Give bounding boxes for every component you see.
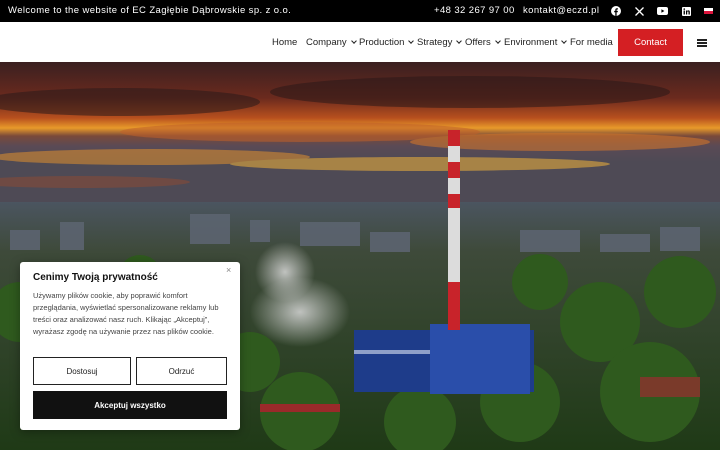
phone-link[interactable]: +48 32 267 97 00 (434, 5, 515, 16)
nav-label: Company (306, 37, 347, 48)
chevron-down-icon (350, 38, 357, 44)
cookie-body: Używamy plików cookie, aby poprawić komf… (33, 291, 219, 336)
accept-all-button[interactable]: Akceptuj wszystko (33, 391, 227, 419)
nav-label: Strategy (417, 37, 453, 48)
nav-item-strategy[interactable]: Strategy (417, 37, 463, 48)
pl-flag-icon[interactable] (704, 8, 713, 14)
nav-item-company[interactable]: Company (306, 37, 357, 48)
chevron-down-icon (408, 38, 415, 44)
nav-label: Production (359, 37, 405, 48)
close-icon[interactable]: × (226, 265, 231, 275)
facebook-icon[interactable] (610, 5, 622, 17)
nav-item-for-media[interactable]: For media (570, 37, 613, 48)
nav-label: For media (570, 37, 613, 48)
cookie-consent-dialog: × Cenimy Twoją prywatność Używamy plików… (20, 262, 240, 430)
chevron-down-icon (494, 38, 501, 44)
cookie-title: Cenimy Twoją prywatność (33, 272, 158, 283)
nav-item-offers[interactable]: Offers (465, 37, 501, 48)
email-link[interactable]: kontakt@eczd.pl (523, 5, 599, 16)
nav-item-environment[interactable]: Environment (504, 37, 568, 48)
nav-label: Home (272, 37, 298, 48)
customize-button[interactable]: Dostosuj (33, 357, 131, 385)
chevron-down-icon (456, 38, 463, 44)
x-icon[interactable] (633, 5, 645, 17)
nav-label: Environment (504, 37, 558, 48)
reject-button[interactable]: Odrzuć (136, 357, 227, 385)
nav-label: Offers (465, 37, 491, 48)
welcome-text: Welcome to the website of EC Zagłębie Dą… (8, 5, 292, 16)
chevron-down-icon (561, 38, 568, 44)
top-bar: Welcome to the website of EC Zagłębie Dą… (0, 0, 720, 22)
contact-button[interactable]: Contact (618, 29, 683, 56)
youtube-icon[interactable] (656, 5, 668, 17)
nav-item-production[interactable]: Production (359, 37, 415, 48)
linkedin-icon[interactable] (680, 5, 692, 17)
nav-item-home[interactable]: Home (272, 37, 297, 48)
main-nav: Home Company Production Strategy Offers … (0, 22, 720, 62)
hamburger-menu-icon[interactable] (697, 39, 707, 47)
